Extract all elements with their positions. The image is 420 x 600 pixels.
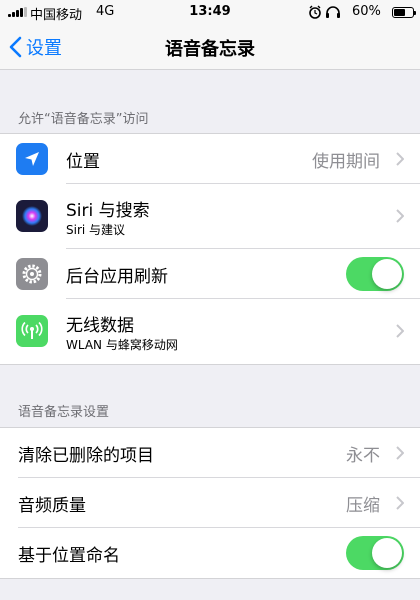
row-location[interactable]: 位置 使用期间 — [0, 134, 420, 184]
section-header-memo-settings: 语音备忘录设置 — [18, 405, 110, 420]
section-header-access: 允许“语音备忘录”访问 — [18, 112, 149, 127]
status-bar: 中国移动 4G 13:49 60% — [0, 0, 420, 24]
row-location-naming-label: 基于位置命名 — [18, 546, 120, 566]
row-audio-quality[interactable]: 音频质量 压缩 — [0, 478, 420, 528]
battery-percent: 60% — [352, 4, 381, 19]
cellular-antenna-icon — [16, 315, 48, 347]
battery-icon — [392, 7, 416, 18]
location-naming-toggle[interactable] — [346, 536, 404, 570]
headphones-icon — [326, 6, 340, 18]
row-clear-deleted[interactable]: 清除已删除的项目 永不 — [0, 428, 420, 478]
row-location-value: 使用期间 — [312, 152, 380, 172]
row-wireless-data[interactable]: 无线数据 WLAN 与蜂窝移动网 — [0, 299, 420, 364]
alarm-icon — [309, 5, 321, 19]
access-settings-group: 位置 使用期间 Siri 与搜索 Siri 与建议 后台应用刷新 无线数据 WL… — [0, 133, 420, 365]
row-siri-sublabel: Siri 与建议 — [66, 223, 126, 237]
row-audio-quality-value: 压缩 — [346, 496, 380, 516]
row-background-refresh-label: 后台应用刷新 — [66, 267, 168, 287]
row-audio-quality-label: 音频质量 — [18, 496, 86, 516]
chevron-right-icon — [396, 324, 404, 338]
background-refresh-toggle[interactable] — [346, 257, 404, 291]
chevron-right-icon — [396, 496, 404, 510]
row-wireless-data-label: 无线数据 — [66, 316, 134, 336]
navigation-bar: 设置 语音备忘录 — [0, 24, 420, 70]
row-siri-search[interactable]: Siri 与搜索 Siri 与建议 — [0, 184, 420, 249]
chevron-right-icon — [396, 446, 404, 460]
chevron-right-icon — [396, 152, 404, 166]
status-icons — [308, 5, 348, 19]
row-clear-deleted-label: 清除已删除的项目 — [18, 446, 154, 466]
row-wireless-data-sublabel: WLAN 与蜂窝移动网 — [66, 338, 178, 352]
memo-settings-group: 清除已删除的项目 永不 音频质量 压缩 基于位置命名 — [0, 427, 420, 579]
location-arrow-icon — [16, 143, 48, 175]
row-background-refresh: 后台应用刷新 — [0, 249, 420, 299]
row-siri-label: Siri 与搜索 — [66, 201, 150, 221]
siri-icon — [16, 200, 48, 232]
page-title: 语音备忘录 — [165, 39, 255, 60]
chevron-right-icon — [396, 209, 404, 223]
row-location-label: 位置 — [66, 152, 100, 172]
gear-icon — [16, 258, 48, 290]
row-clear-deleted-value: 永不 — [346, 446, 380, 466]
row-location-naming: 基于位置命名 — [0, 528, 420, 578]
